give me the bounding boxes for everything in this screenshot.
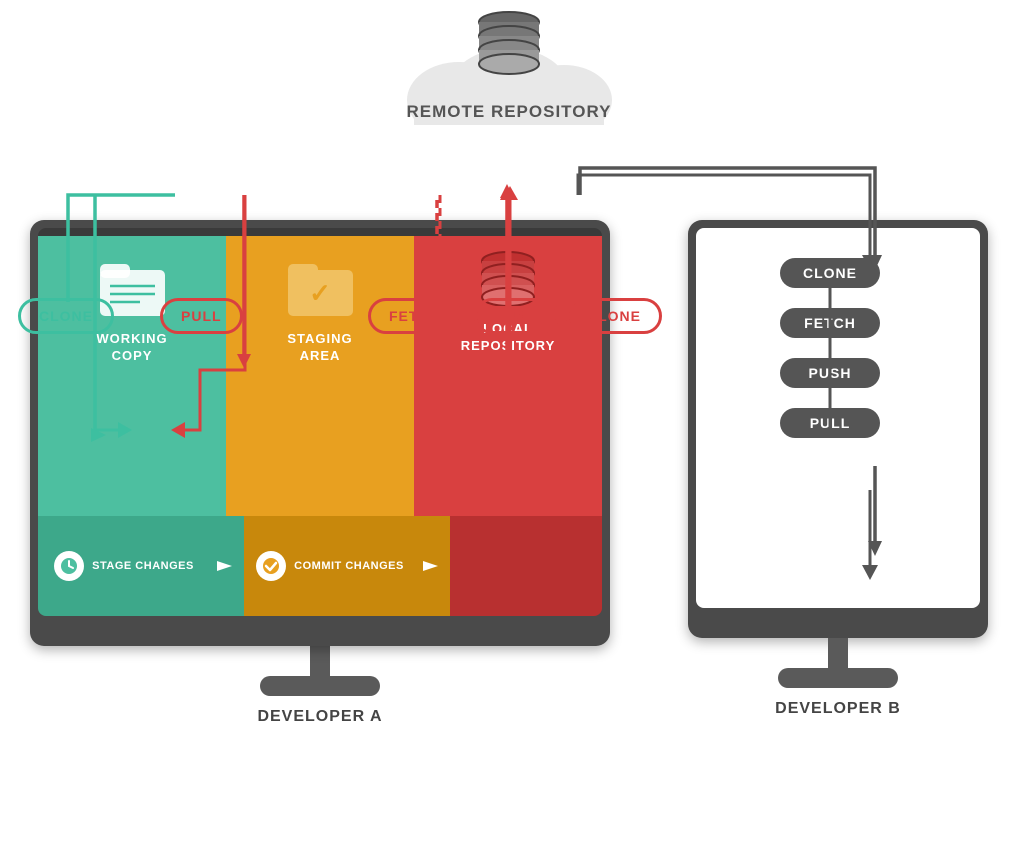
developer-b-bold: B (888, 700, 901, 717)
monitor-stand-a (30, 646, 610, 696)
arrow-stage (210, 516, 244, 616)
monitor-stand-b (688, 638, 988, 688)
db-cylinder-svg (473, 10, 545, 75)
db-icon (473, 10, 545, 80)
remote-repo-label: REMOTE REPOSITORY (407, 102, 612, 121)
stand-base-a (260, 676, 380, 696)
stand-neck-a (310, 646, 330, 676)
screen-inner-a: WORKING COPY ✓ STAGING AREA (38, 228, 602, 616)
working-copy-label: WORKING COPY (96, 331, 167, 365)
commit-icon (256, 551, 286, 581)
strip-local-repo (450, 516, 602, 616)
commit-changes-group: COMMIT CHANGES (256, 551, 404, 581)
screen-content-a: WORKING COPY ✓ STAGING AREA (38, 236, 602, 516)
monitor-a-label: DEVELOPER A (30, 708, 610, 726)
push-button[interactable]: PUSH (474, 298, 559, 334)
monitor-b-label: DEVELOPER B (688, 700, 988, 718)
monitor-b: DEVELOPER B (688, 220, 988, 718)
screen-top-bar (38, 228, 602, 236)
stand-neck-b (828, 638, 848, 668)
pull-button[interactable]: PULL (160, 298, 243, 334)
clone-button-b[interactable]: CLONE (780, 258, 880, 288)
diagram-container: REMOTE REPOSITORY (0, 0, 1018, 858)
clone-button-top[interactable]: CLONE (566, 298, 662, 334)
folder-icon-staging: ✓ (288, 256, 353, 321)
strip-staging-area: COMMIT CHANGES (244, 516, 416, 616)
bottom-strip: STAGE CHANGES (38, 516, 602, 616)
staging-area-section: ✓ STAGING AREA (226, 236, 414, 516)
arrow-commit (416, 516, 450, 616)
arrow-right-stage (212, 551, 242, 581)
strip-working-copy: STAGE CHANGES (38, 516, 210, 616)
fetch-button-b[interactable]: FETCH (780, 308, 880, 338)
stand-base-b (778, 668, 898, 688)
developer-b-label: DEVELOPER (775, 700, 888, 717)
stage-changes-label: STAGE CHANGES (92, 559, 194, 573)
fetch-button[interactable]: FETCH (368, 298, 462, 334)
staging-area-label: STAGING AREA (287, 331, 352, 365)
remote-repository: REMOTE REPOSITORY (399, 10, 619, 130)
monitors-row: WORKING COPY ✓ STAGING AREA (30, 220, 988, 726)
developer-a-bold: A (370, 708, 383, 725)
monitor-screen-a: WORKING COPY ✓ STAGING AREA (30, 220, 610, 646)
stage-changes-group: STAGE CHANGES (54, 551, 194, 581)
local-repo-section: LOCAL REPOSITORY (414, 236, 602, 516)
check-icon (262, 557, 280, 575)
commit-changes-label: COMMIT CHANGES (294, 559, 404, 573)
developer-a-label: DEVELOPER (257, 708, 370, 725)
clone-button-left[interactable]: CLONE (18, 298, 114, 334)
stage-icon (54, 551, 84, 581)
push-button-b[interactable]: PUSH (780, 358, 880, 388)
clock-icon (60, 557, 78, 575)
working-copy-section: WORKING COPY (38, 236, 226, 516)
monitor-a: WORKING COPY ✓ STAGING AREA (30, 220, 610, 726)
folder-staging-svg: ✓ (288, 256, 353, 316)
pull-button-b[interactable]: PULL (780, 408, 880, 438)
svg-text:✓: ✓ (309, 278, 331, 308)
arrow-right-commit (418, 551, 448, 581)
